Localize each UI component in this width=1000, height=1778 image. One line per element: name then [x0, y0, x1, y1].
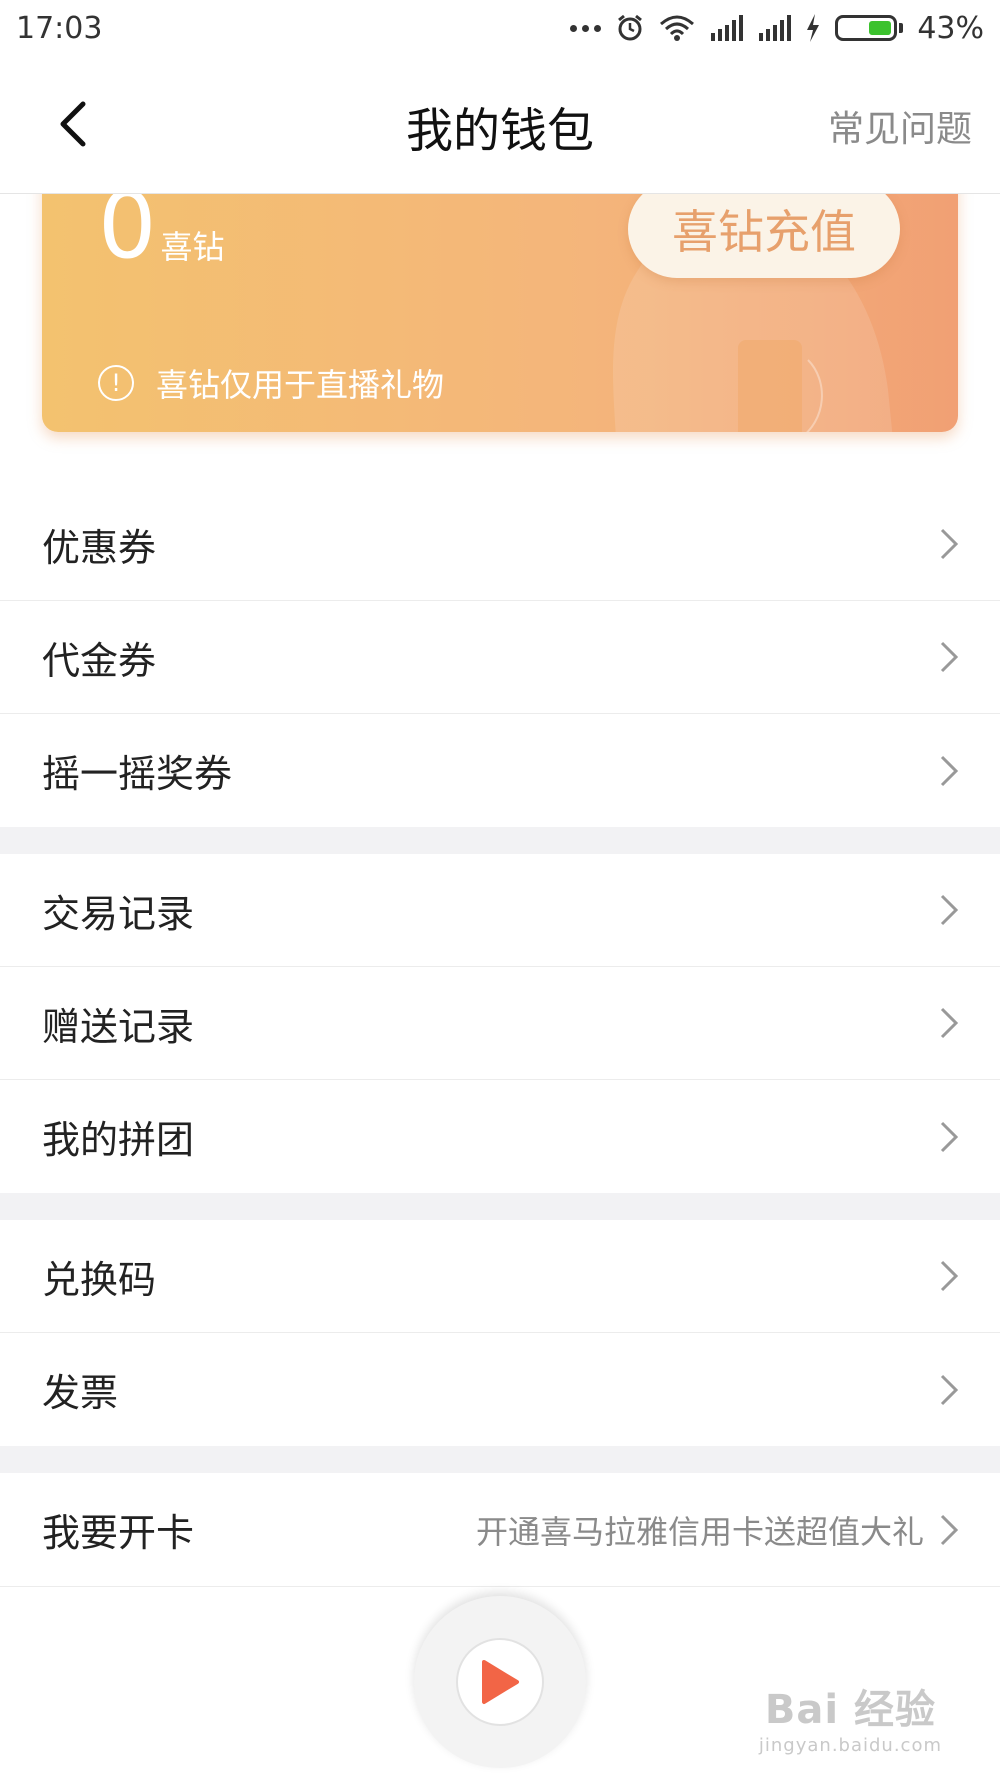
list-item-label: 兑换码	[42, 1257, 157, 1302]
status-time: 17:03	[16, 10, 103, 46]
status-icons: 43%	[570, 11, 984, 46]
signal-icon	[759, 15, 792, 41]
list-item-label: 交易记录	[42, 891, 195, 936]
signal-icon	[711, 15, 744, 41]
list-item-shake-tickets[interactable]: 摇一摇奖券	[0, 714, 1000, 827]
list-item-coupons[interactable]: 优惠券	[0, 488, 1000, 601]
list-item-label: 代金券	[42, 638, 157, 683]
play-button-inner	[456, 1638, 544, 1726]
list-item-group-buy[interactable]: 我的拼团	[0, 1080, 1000, 1193]
chevron-right-icon	[940, 1374, 959, 1405]
status-bar: 17:03 43%	[0, 0, 1000, 56]
watermark-main: Bai 经验	[764, 1687, 936, 1733]
records-section: 交易记录 赠送记录 我的拼团	[0, 854, 1000, 1193]
chevron-right-icon	[940, 1007, 959, 1039]
battery-percent: 43%	[917, 10, 984, 46]
chevron-right-icon	[940, 1121, 959, 1152]
card-note: ! 喜钻仅用于直播礼物	[98, 360, 444, 406]
card-section: 我要开卡 开通喜马拉雅信用卡送超值大礼	[0, 1473, 1000, 1587]
list-item-subtitle: 开通喜马拉雅信用卡送超值大礼	[475, 1512, 924, 1551]
list-item-label: 优惠券	[42, 525, 157, 570]
info-icon: !	[98, 365, 134, 401]
section-divider	[0, 1193, 1000, 1220]
nav-bar: 我的钱包 常见问题	[0, 56, 1000, 194]
watermark: Bai 经验 jingyan.baidu.com	[759, 1677, 942, 1756]
chevron-right-icon	[940, 641, 959, 673]
card-note-text: 喜钻仅用于直播礼物	[156, 366, 445, 404]
play-icon	[482, 1660, 519, 1704]
list-item-redeem-code[interactable]: 兑换码	[0, 1220, 1000, 1333]
list-item-label: 赠送记录	[42, 1004, 195, 1049]
list-item-invoice[interactable]: 发票	[0, 1333, 1000, 1446]
balance-unit: 喜钻	[160, 228, 225, 266]
faq-link[interactable]: 常见问题	[828, 100, 972, 152]
chevron-right-icon	[940, 528, 959, 560]
list-item-gift-records[interactable]: 赠送记录	[0, 967, 1000, 1080]
charging-icon	[807, 14, 820, 42]
chevron-right-icon	[940, 894, 959, 926]
list-item-label: 我的拼团	[42, 1118, 195, 1162]
list-item-vouchers[interactable]: 代金券	[0, 601, 1000, 714]
list-item-label: 发票	[42, 1371, 119, 1415]
list-item-transactions[interactable]: 交易记录	[0, 854, 1000, 967]
list-item-open-card[interactable]: 我要开卡 开通喜马拉雅信用卡送超值大礼	[0, 1473, 1000, 1586]
list-item-label: 摇一摇奖券	[42, 752, 233, 796]
watermark-sub: jingyan.baidu.com	[758, 1735, 942, 1756]
coupon-section: 优惠券 代金券 摇一摇奖券	[0, 488, 1000, 827]
section-divider	[0, 1446, 1000, 1473]
chevron-right-icon	[940, 1514, 959, 1545]
battery-icon	[835, 15, 904, 41]
wifi-icon	[660, 15, 695, 41]
recharge-button[interactable]: 喜钻充值	[628, 180, 900, 278]
section-divider	[0, 827, 1000, 854]
play-button[interactable]	[414, 1596, 586, 1768]
redeem-section: 兑换码 发票	[0, 1220, 1000, 1446]
chevron-right-icon	[940, 1260, 959, 1292]
more-dots-icon	[570, 24, 602, 32]
list-item-label: 我要开卡	[42, 1511, 195, 1555]
alarm-icon	[618, 14, 643, 41]
chevron-right-icon	[940, 755, 959, 786]
